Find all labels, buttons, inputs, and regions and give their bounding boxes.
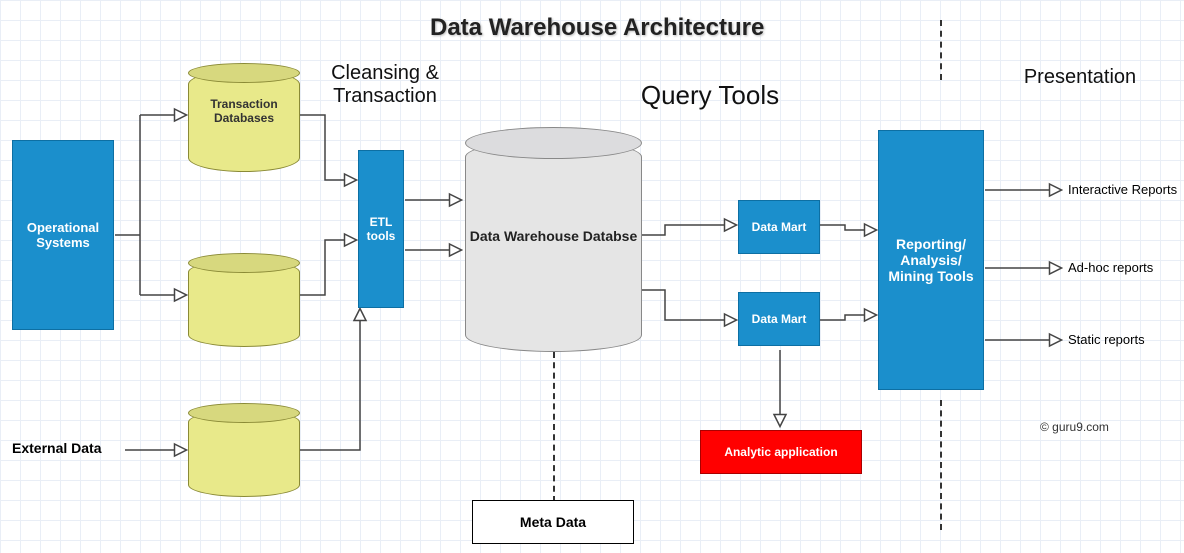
heading-presentation: Presentation: [1000, 66, 1160, 89]
heading-query-tools: Query Tools: [640, 80, 780, 111]
output-adhoc-reports: Ad-hoc reports: [1068, 260, 1153, 275]
node-analytic-application: Analytic application: [700, 430, 862, 474]
diagram-title: Data Warehouse Architecture: [430, 14, 764, 42]
heading-cleansing: Cleansing & Transaction: [305, 62, 465, 108]
node-reporting-tools: Reporting/ Analysis/ Mining Tools: [878, 130, 984, 390]
divider-presentation-bottom: [940, 400, 942, 530]
node-transaction-db-label: Transaction Databases: [189, 97, 299, 125]
credit-label: © guru9.com: [1040, 420, 1109, 434]
node-data-mart-2: Data Mart: [738, 292, 820, 346]
node-meta-data: Meta Data: [472, 500, 634, 544]
node-unnamed-db-1: [188, 260, 300, 347]
divider-presentation-top: [940, 20, 942, 80]
node-unnamed-db-2: [188, 410, 300, 497]
connector-dw-to-metadata: [553, 352, 555, 502]
node-dw-database: Data Warehouse Databse: [465, 140, 642, 352]
output-static-reports: Static reports: [1068, 332, 1145, 347]
node-data-mart-1: Data Mart: [738, 200, 820, 254]
node-etl-tools: ETL tools: [358, 150, 404, 308]
node-transaction-db: Transaction Databases: [188, 70, 300, 172]
node-operational-systems: Operational Systems: [12, 140, 114, 330]
node-dw-database-label: Data Warehouse Databse: [466, 228, 641, 244]
output-interactive-reports: Interactive Reports: [1068, 182, 1177, 197]
label-external-data: External Data: [12, 440, 101, 456]
